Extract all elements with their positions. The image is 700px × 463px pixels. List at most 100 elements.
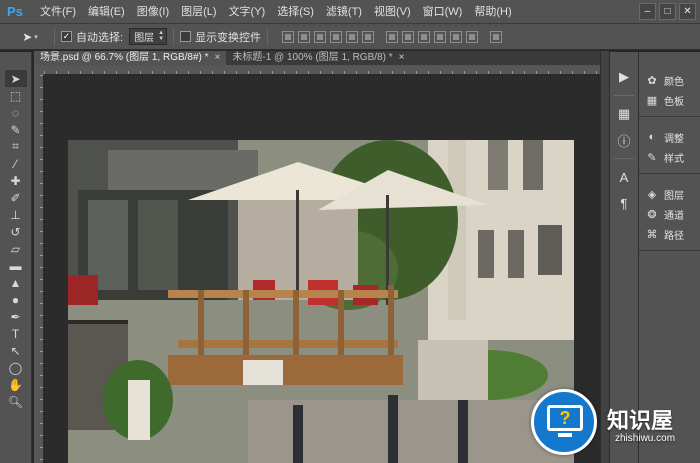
divider — [173, 27, 175, 46]
play-icon[interactable]: ▶ — [614, 67, 634, 87]
auto-align-icon[interactable] — [490, 30, 503, 43]
distribute-top-icon[interactable] — [386, 30, 399, 43]
ruler-origin[interactable] — [34, 65, 44, 75]
menu-layer[interactable]: 图层(L) — [175, 0, 222, 24]
show-transform-label: 显示变换控件 — [195, 31, 262, 44]
adjustments-icon: ◐ — [648, 131, 656, 143]
panel-adjustments[interactable]: ◐ 调整 — [639, 127, 700, 147]
info-icon[interactable]: ⓘ — [614, 130, 634, 150]
window-controls: – □ ✕ — [639, 3, 696, 20]
distribute-right-icon[interactable] — [466, 30, 479, 43]
move-tool-icon: ➤ — [22, 29, 33, 44]
close-icon[interactable]: × — [215, 51, 221, 65]
eyedropper-icon[interactable]: ⁄ — [5, 155, 27, 172]
healing-brush-icon[interactable]: ✚ — [5, 172, 27, 189]
hand-tool-icon[interactable]: ✋ — [5, 376, 27, 393]
history-icon[interactable]: ▦ — [614, 104, 634, 124]
distribute-center-icon[interactable] — [450, 30, 463, 43]
distribute-left-icon[interactable] — [434, 30, 447, 43]
monitor-question-icon: ? — [547, 405, 583, 431]
auto-align-buttons — [490, 30, 503, 43]
distribute-middle-icon[interactable] — [402, 30, 415, 43]
canvas-workspace[interactable] — [45, 76, 600, 463]
align-left-icon[interactable] — [330, 30, 343, 43]
tab-scene-psd[interactable]: 场景.psd @ 66.7% (图层 1, RGB/8#) * × — [34, 51, 227, 65]
menu-help[interactable]: 帮助(H) — [468, 0, 517, 24]
character-icon[interactable]: A — [614, 167, 634, 187]
menu-select[interactable]: 选择(S) — [271, 0, 320, 24]
path-select-icon[interactable]: ↖ — [5, 342, 27, 359]
blur-tool-icon[interactable]: ▲ — [5, 274, 27, 291]
eraser-icon[interactable]: ▱ — [5, 240, 27, 257]
shape-tool-icon[interactable]: ◯ — [5, 359, 27, 376]
tab-untitled-1[interactable]: 未标题-1 @ 100% (图层 1, RGB/8) * × — [226, 51, 410, 65]
menu-view[interactable]: 视图(V) — [368, 0, 417, 24]
select-arrows-icon: ▲ ▼ — [158, 30, 165, 42]
align-buttons — [282, 30, 375, 43]
panel-swatches[interactable]: ▦ 色板 — [639, 90, 700, 110]
horizontal-ruler[interactable] — [44, 65, 600, 75]
panel-label: 图层 — [664, 190, 684, 202]
menu-type[interactable]: 文字(Y) — [223, 0, 272, 24]
menu-window[interactable]: 窗口(W) — [417, 0, 469, 24]
dodge-tool-icon[interactable]: ● — [5, 291, 27, 308]
tab-label: 未标题-1 @ 100% (图层 1, RGB/8) * — [232, 52, 393, 63]
align-top-icon[interactable] — [282, 30, 295, 43]
minimize-button[interactable]: – — [639, 3, 656, 20]
pen-tool-icon[interactable]: ✒ — [5, 308, 27, 325]
vertical-ruler[interactable] — [34, 75, 44, 463]
type-tool-icon[interactable]: T — [5, 325, 27, 342]
align-middle-icon[interactable] — [298, 30, 311, 43]
cafe-terrace-photo — [68, 140, 574, 463]
divider — [54, 27, 55, 46]
distribute-bottom-icon[interactable] — [418, 30, 431, 43]
watermark-title: 知识屋 — [607, 409, 674, 434]
panel-label: 调整 — [664, 133, 684, 145]
menu-image[interactable]: 图像(I) — [131, 0, 175, 24]
show-transform-checkbox[interactable] — [180, 31, 192, 42]
align-center-icon[interactable] — [346, 30, 359, 43]
brush-tool-icon[interactable]: ✐ — [5, 189, 27, 206]
restore-button[interactable]: □ — [659, 3, 676, 20]
close-icon[interactable]: × — [399, 51, 405, 65]
move-tool-preset[interactable]: ➤ ▾ — [12, 27, 48, 47]
site-watermark: ? 知识屋 zhishiwu.com — [527, 385, 700, 463]
auto-select-dropdown[interactable]: 图层 ▲ ▼ — [129, 28, 168, 45]
history-brush-icon[interactable]: ↺ — [5, 223, 27, 240]
crop-tool-icon[interactable]: ⌗ — [5, 138, 27, 155]
distribute-buttons — [386, 30, 479, 43]
panel-layers[interactable]: ◈ 图层 — [639, 184, 700, 204]
panel-styles[interactable]: ✎ 样式 — [639, 147, 700, 167]
align-right-icon[interactable] — [362, 30, 375, 43]
auto-select-checkbox[interactable]: ✓ — [61, 31, 72, 42]
divider — [614, 158, 634, 159]
menu-filter[interactable]: 滤镜(T) — [320, 0, 368, 24]
options-bar: ➤ ▾ ✓ 自动选择: 图层 ▲ ▼ 显示变换控件 — [0, 24, 700, 50]
move-tool-icon[interactable]: ➤ — [4, 70, 27, 87]
zoom-tool-icon[interactable]: 🔍︎ — [5, 393, 27, 410]
tools-panel: ➤ ⬚ ◌ ✎ ⌗ ⁄ ✚ ✐ ⊥ ↺ ▱ ▬ ▲ ● ✒ T ↖ ◯ ✋ 🔍︎ — [0, 52, 32, 463]
tab-label: 场景.psd @ 66.7% (图层 1, RGB/8#) * — [40, 52, 209, 63]
clone-stamp-icon[interactable]: ⊥ — [5, 206, 27, 223]
close-button[interactable]: ✕ — [679, 3, 696, 20]
channels-icon: ❂ — [647, 208, 657, 221]
document-image[interactable] — [68, 140, 574, 463]
photoshop-logo: Ps — [7, 4, 23, 19]
menu-edit[interactable]: 编辑(E) — [82, 0, 131, 24]
panel-group-adjust: ◐ 调整 ✎ 样式 — [639, 125, 700, 174]
panel-channels[interactable]: ❂ 通道 — [639, 204, 700, 224]
menu-file[interactable]: 文件(F) — [34, 0, 82, 24]
panel-paths[interactable]: ⌘ 路径 — [639, 224, 700, 244]
styles-icon: ✎ — [647, 151, 657, 164]
divider — [267, 27, 269, 46]
document-tabs: 场景.psd @ 66.7% (图层 1, RGB/8#) * × 未标题-1 … — [34, 51, 600, 65]
chevron-down-icon: ▾ — [34, 33, 38, 41]
paragraph-icon[interactable]: ¶ — [614, 193, 634, 213]
marquee-tool-icon[interactable]: ⬚ — [5, 87, 27, 104]
panel-group-color: ✿ 颜色 ▦ 色板 — [639, 68, 700, 117]
gradient-icon[interactable]: ▬ — [5, 257, 27, 274]
align-bottom-icon[interactable] — [314, 30, 327, 43]
quick-select-icon[interactable]: ✎ — [5, 121, 27, 138]
panel-color[interactable]: ✿ 颜色 — [639, 70, 700, 90]
lasso-tool-icon[interactable]: ◌ — [5, 104, 27, 121]
